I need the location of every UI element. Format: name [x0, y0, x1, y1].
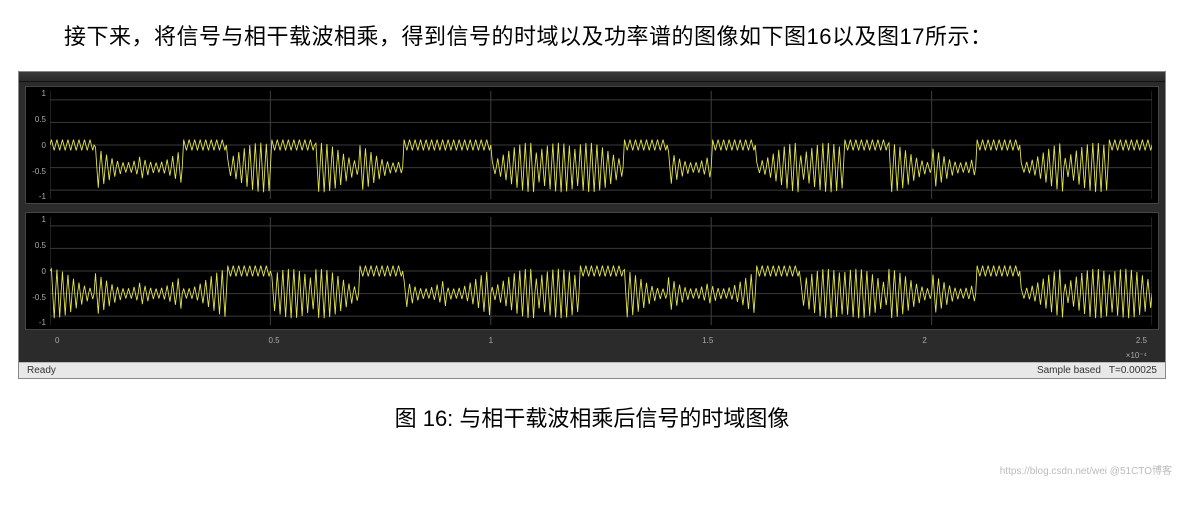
status-time: T=0.00025 — [1109, 365, 1157, 376]
x-axis-exponent: ×10⁻⁴ — [25, 351, 1159, 360]
plot-area-1 — [50, 91, 1152, 199]
y-axis-ticks-2: 1 0.5 0 -0.5 -1 — [26, 213, 48, 329]
y-axis-ticks-1: 1 0.5 0 -0.5 -1 — [26, 87, 48, 203]
status-bar: Ready Sample based T=0.00025 — [19, 362, 1165, 378]
paragraph-text: 接下来，将信号与相干载波相乘，得到信号的时域以及功率谱的图像如下图16以及图17… — [0, 0, 1184, 61]
x-axis-ticks: 0 0.5 1 1.5 2 2.5 — [25, 336, 1159, 345]
signal-trace-1 — [50, 140, 1152, 193]
scope-toolbar[interactable] — [19, 72, 1165, 82]
scope-trace-1-svg — [50, 91, 1152, 199]
scope-pane-2[interactable]: 1 0.5 0 -0.5 -1 — [25, 212, 1159, 330]
scope-pane-1[interactable]: 1 0.5 0 -0.5 -1 — [25, 86, 1159, 204]
status-sample-based: Sample based — [1037, 365, 1101, 376]
figure-caption: 图 16: 与相干载波相乘后信号的时域图像 — [0, 401, 1184, 433]
scope-plots: 1 0.5 0 -0.5 -1 — [19, 82, 1165, 362]
status-ready: Ready — [27, 365, 56, 376]
scope-window: 1 0.5 0 -0.5 -1 — [18, 71, 1166, 379]
plot-area-2 — [50, 217, 1152, 325]
watermark: https://blog.csdn.net/wei @51CTO博客 — [1000, 462, 1172, 477]
scope-trace-2-svg — [50, 217, 1152, 325]
signal-trace-2 — [50, 266, 1152, 319]
